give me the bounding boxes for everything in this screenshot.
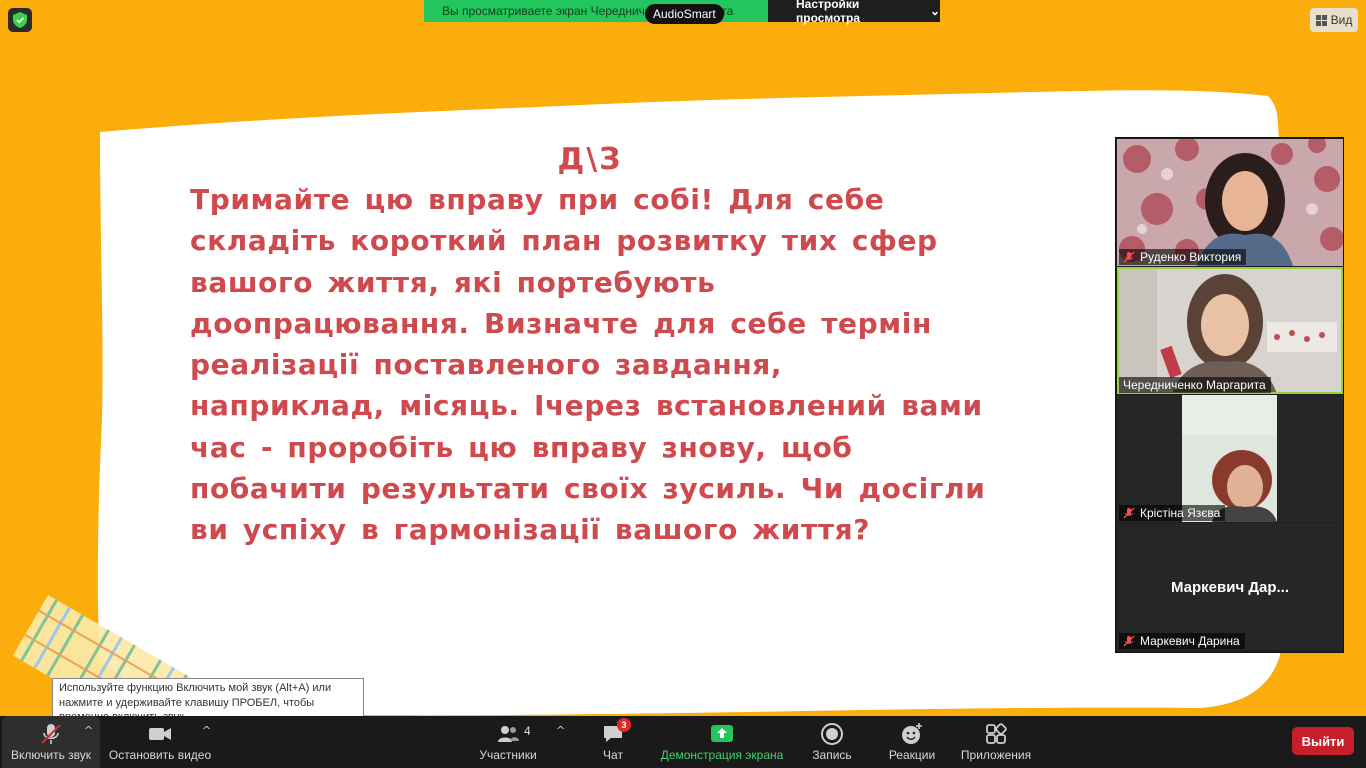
meeting-toolbar: Включить звук ^ Остановить видео ^ 4 Уча… bbox=[0, 716, 1366, 768]
slide-body-text: Тримайте цю вправу при собі! Для себе ск… bbox=[190, 183, 986, 547]
participant-display-name: Маркевич Дар... bbox=[1170, 579, 1290, 596]
record-icon bbox=[821, 723, 843, 745]
slide-title: Д\З bbox=[557, 142, 623, 177]
stop-video-label: Остановить видео bbox=[108, 748, 212, 762]
participant-name: Маркевич Дарина bbox=[1140, 634, 1240, 648]
participant-tile[interactable]: Крістіна Язєва bbox=[1117, 395, 1343, 522]
chat-label: Чат bbox=[603, 748, 623, 762]
reactions-button[interactable]: Реакции bbox=[882, 716, 942, 768]
unmute-label: Включить звук bbox=[10, 748, 92, 762]
participants-button[interactable]: 4 Участники bbox=[474, 716, 542, 768]
participant-name: Крістіна Язєва bbox=[1140, 506, 1221, 520]
participant-tile[interactable]: Маркевич Дар... Маркевич Дарина bbox=[1117, 523, 1343, 650]
reactions-label: Реакции bbox=[888, 748, 936, 762]
participant-video bbox=[1117, 139, 1343, 266]
participants-options-caret-icon[interactable]: ^ bbox=[556, 724, 565, 737]
chat-unread-badge: 3 bbox=[617, 718, 631, 732]
participant-name: Чередниченко Маргарита bbox=[1123, 378, 1266, 392]
chevron-down-icon: ⌄ bbox=[929, 4, 940, 18]
chat-button[interactable]: 3 Чат bbox=[592, 716, 634, 768]
participant-video bbox=[1117, 395, 1343, 522]
grid-icon bbox=[1315, 14, 1327, 26]
participants-count: 4 bbox=[524, 724, 531, 738]
participant-tile[interactable]: Руденко Виктория bbox=[1117, 139, 1343, 266]
participant-name-tag: Чередниченко Маргарита bbox=[1119, 377, 1271, 393]
video-options-caret-icon[interactable]: ^ bbox=[202, 724, 211, 737]
participants-label: Участники bbox=[479, 748, 537, 762]
audiosmart-badge: AudioSmart bbox=[645, 4, 724, 24]
audio-options-caret-icon[interactable]: ^ bbox=[84, 724, 93, 737]
participant-name: Руденко Виктория bbox=[1140, 250, 1242, 264]
participant-gallery: Руденко Виктория Чередниченко Маргарита bbox=[1115, 137, 1344, 653]
stop-video-button[interactable]: Остановить видео bbox=[106, 716, 214, 768]
video-camera-icon bbox=[149, 728, 171, 740]
share-screen-button[interactable]: Демонстрация экрана bbox=[658, 716, 786, 768]
view-button-label: Вид bbox=[1330, 13, 1353, 27]
view-settings-label: Настройки просмотра bbox=[796, 0, 861, 25]
participant-tile-active[interactable]: Чередниченко Маргарита bbox=[1117, 267, 1343, 394]
share-screen-icon bbox=[711, 725, 733, 742]
muted-mic-icon bbox=[41, 724, 61, 744]
participant-name-tag: Маркевич Дарина bbox=[1119, 633, 1245, 649]
record-label: Запись bbox=[812, 748, 852, 762]
participants-icon bbox=[498, 726, 519, 742]
smiley-icon bbox=[902, 723, 922, 744]
muted-mic-icon bbox=[1123, 251, 1135, 263]
participant-name-tag: Крістіна Язєва bbox=[1119, 505, 1226, 521]
shared-slide-content: Д\З Тримайте цю вправу при собі! Для себ… bbox=[190, 142, 990, 551]
muted-mic-icon bbox=[1123, 635, 1135, 647]
record-button[interactable]: Запись bbox=[806, 716, 858, 768]
share-screen-label: Демонстрация экрана bbox=[660, 748, 784, 762]
muted-mic-icon bbox=[1123, 507, 1135, 519]
security-shield-icon[interactable] bbox=[8, 8, 32, 32]
participant-name-tag: Руденко Виктория bbox=[1119, 249, 1247, 265]
leave-meeting-button[interactable]: Выйти bbox=[1292, 727, 1354, 755]
view-button[interactable]: Вид bbox=[1310, 8, 1358, 32]
view-settings-button[interactable]: Настройки просмотра ⌄ bbox=[768, 0, 940, 25]
participant-video bbox=[1117, 267, 1343, 394]
apps-button[interactable]: Приложения bbox=[956, 716, 1036, 768]
apps-icon bbox=[986, 723, 1007, 744]
apps-label: Приложения bbox=[960, 748, 1032, 762]
